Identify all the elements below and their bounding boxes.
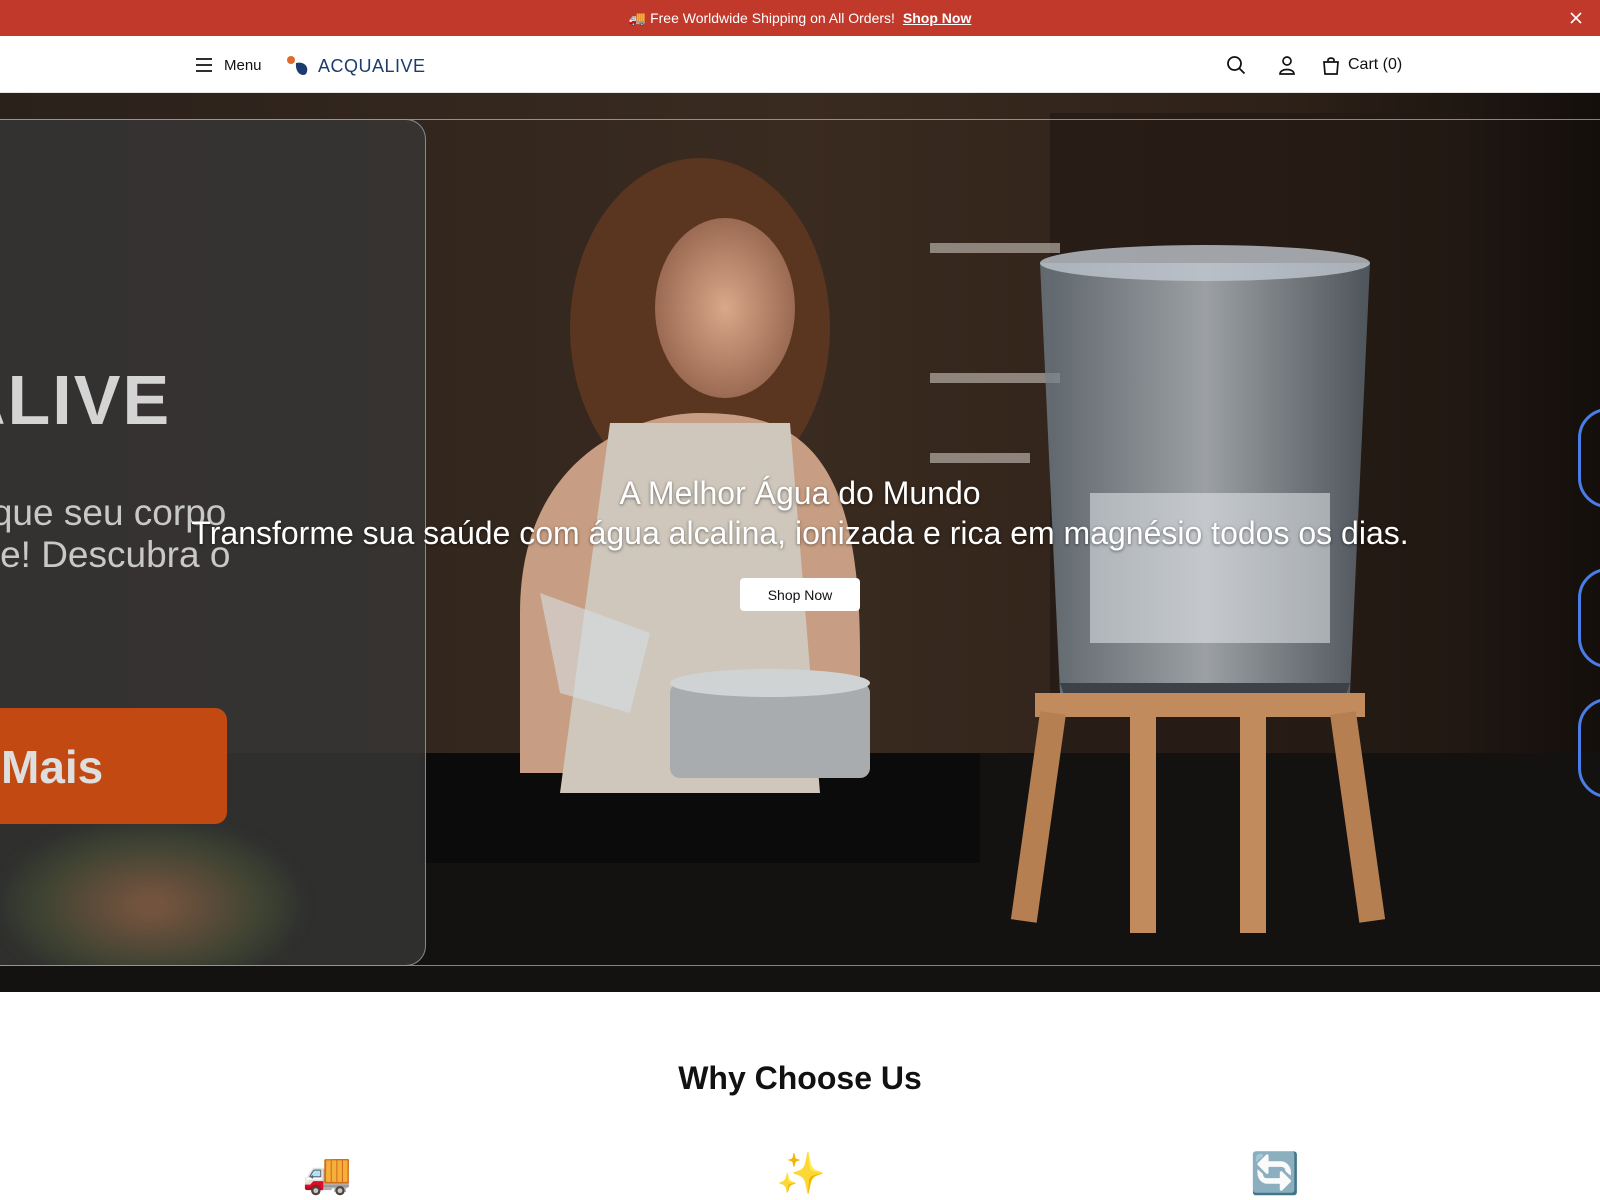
sparkles-icon: ✨ — [776, 1152, 826, 1196]
logo[interactable]: ACQUALIVE — [286, 52, 426, 80]
logo-mark-icon — [287, 56, 308, 75]
cart-button[interactable]: Cart (0) — [1322, 52, 1402, 78]
announcement-shop-now-link[interactable]: Shop Now — [903, 10, 971, 26]
bag-icon — [1323, 57, 1339, 75]
side-carousel-bubble-3[interactable] — [1578, 698, 1600, 798]
search-icon[interactable] — [1224, 53, 1248, 77]
card-button-label: Mais — [1, 741, 104, 793]
blurred-produce-decoration — [1, 820, 301, 965]
why-choose-us-title: Why Choose Us — [678, 1060, 922, 1096]
hero-banner: ALIVE a que seu corpo ece! Descubra o Ma… — [0, 93, 1600, 992]
card-saiba-mais-button[interactable]: Mais — [0, 708, 227, 824]
site-header: Menu ACQUALIVE Cart (0) — [0, 36, 1600, 93]
truck-icon: 🚚 — [628, 9, 647, 26]
card-brand-text: ALIVE — [0, 361, 172, 439]
user-icon[interactable] — [1275, 53, 1299, 77]
menu-icon — [196, 58, 212, 72]
hero-shop-now-button[interactable]: Shop Now — [740, 578, 860, 611]
hero-title: A Melhor Água do Mundo — [619, 475, 981, 511]
side-carousel-bubble-2[interactable] — [1578, 568, 1600, 668]
logo-text: ACQUALIVE — [318, 55, 426, 76]
announcement-message: Free Worldwide Shipping on All Orders! — [650, 10, 895, 26]
cart-label: Cart (0) — [1348, 56, 1403, 73]
menu-button[interactable]: Menu — [194, 54, 262, 76]
refresh-icon: 🔄 — [1250, 1152, 1300, 1196]
truck-icon: 🚚 — [302, 1152, 352, 1196]
hero-subtitle: Transforme sua saúde com água alcalina, … — [191, 515, 1409, 551]
close-icon[interactable] — [1566, 8, 1586, 28]
menu-label: Menu — [224, 56, 262, 74]
announcement-bar: 🚚 Free Worldwide Shipping on All Orders!… — [0, 0, 1600, 36]
